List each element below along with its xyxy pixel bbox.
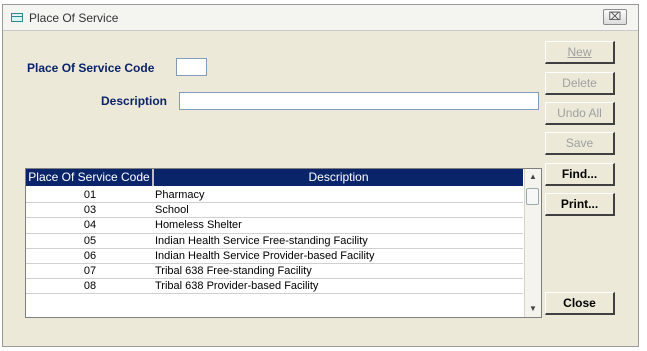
row-description: School bbox=[155, 204, 189, 217]
scroll-thumb[interactable] bbox=[526, 188, 539, 205]
close-button[interactable]: Close bbox=[545, 292, 615, 315]
save-button[interactable]: Save bbox=[545, 132, 615, 155]
table-row[interactable]: 07 Tribal 638 Free-standing Facility bbox=[26, 264, 523, 280]
row-code: 04 bbox=[83, 219, 97, 232]
window-title: Place Of Service bbox=[29, 11, 119, 25]
close-window-button[interactable]: ⌧ bbox=[603, 9, 627, 25]
scroll-down-arrow-icon[interactable]: ▼ bbox=[525, 301, 541, 317]
new-button[interactable]: New bbox=[545, 41, 615, 64]
table-row[interactable]: 04 Homeless Shelter bbox=[26, 218, 523, 234]
undo-all-button[interactable]: Undo All bbox=[545, 102, 615, 125]
table-row[interactable]: 08 Tribal 638 Provider-based Facility bbox=[26, 279, 523, 295]
place-of-service-window: Place Of Service ⌧ Place Of Service Code… bbox=[2, 4, 639, 347]
row-code: 01 bbox=[83, 189, 97, 201]
window-icon bbox=[11, 13, 23, 22]
scroll-up-arrow-icon[interactable]: ▲ bbox=[525, 169, 541, 185]
row-description: Indian Health Service Free-standing Faci… bbox=[155, 234, 368, 247]
table-row[interactable]: 05 Indian Health Service Free-standing F… bbox=[26, 234, 523, 249]
column-header-description[interactable]: Description bbox=[154, 169, 523, 186]
table-row[interactable]: 03 School bbox=[26, 203, 523, 219]
table-row[interactable]: 01 Pharmacy bbox=[26, 188, 523, 204]
row-code: 03 bbox=[83, 204, 97, 217]
print-button[interactable]: Print... bbox=[545, 193, 615, 216]
table-row[interactable]: 06 Indian Health Service Provider-based … bbox=[26, 249, 523, 264]
row-description: Tribal 638 Provider-based Facility bbox=[155, 280, 319, 293]
find-button[interactable]: Find... bbox=[545, 163, 615, 186]
place-of-service-grid[interactable]: Place Of Service Code Description 01 Pha… bbox=[25, 168, 542, 318]
title-bar[interactable]: Place Of Service ⌧ bbox=[3, 5, 638, 31]
description-field[interactable] bbox=[179, 92, 539, 110]
row-description: Pharmacy bbox=[155, 189, 205, 201]
delete-button[interactable]: Delete bbox=[545, 72, 615, 95]
code-label: Place Of Service Code bbox=[27, 61, 155, 75]
row-code: 07 bbox=[83, 264, 97, 277]
row-description: Homeless Shelter bbox=[155, 219, 242, 232]
grid-header: Place Of Service Code Description bbox=[26, 169, 523, 186]
description-label: Description bbox=[101, 94, 168, 108]
row-code: 05 bbox=[83, 234, 97, 247]
row-description: Tribal 638 Free-standing Facility bbox=[155, 264, 312, 277]
row-code: 06 bbox=[83, 249, 97, 262]
column-header-code[interactable]: Place Of Service Code bbox=[26, 169, 154, 186]
row-code: 08 bbox=[83, 280, 97, 293]
grid-rows: 01 Pharmacy 03 School 04 Homeless Shelte… bbox=[26, 188, 523, 295]
vertical-scrollbar[interactable]: ▲ ▼ bbox=[524, 169, 541, 317]
code-field[interactable] bbox=[176, 58, 207, 76]
row-description: Indian Health Service Provider-based Fac… bbox=[155, 249, 375, 262]
